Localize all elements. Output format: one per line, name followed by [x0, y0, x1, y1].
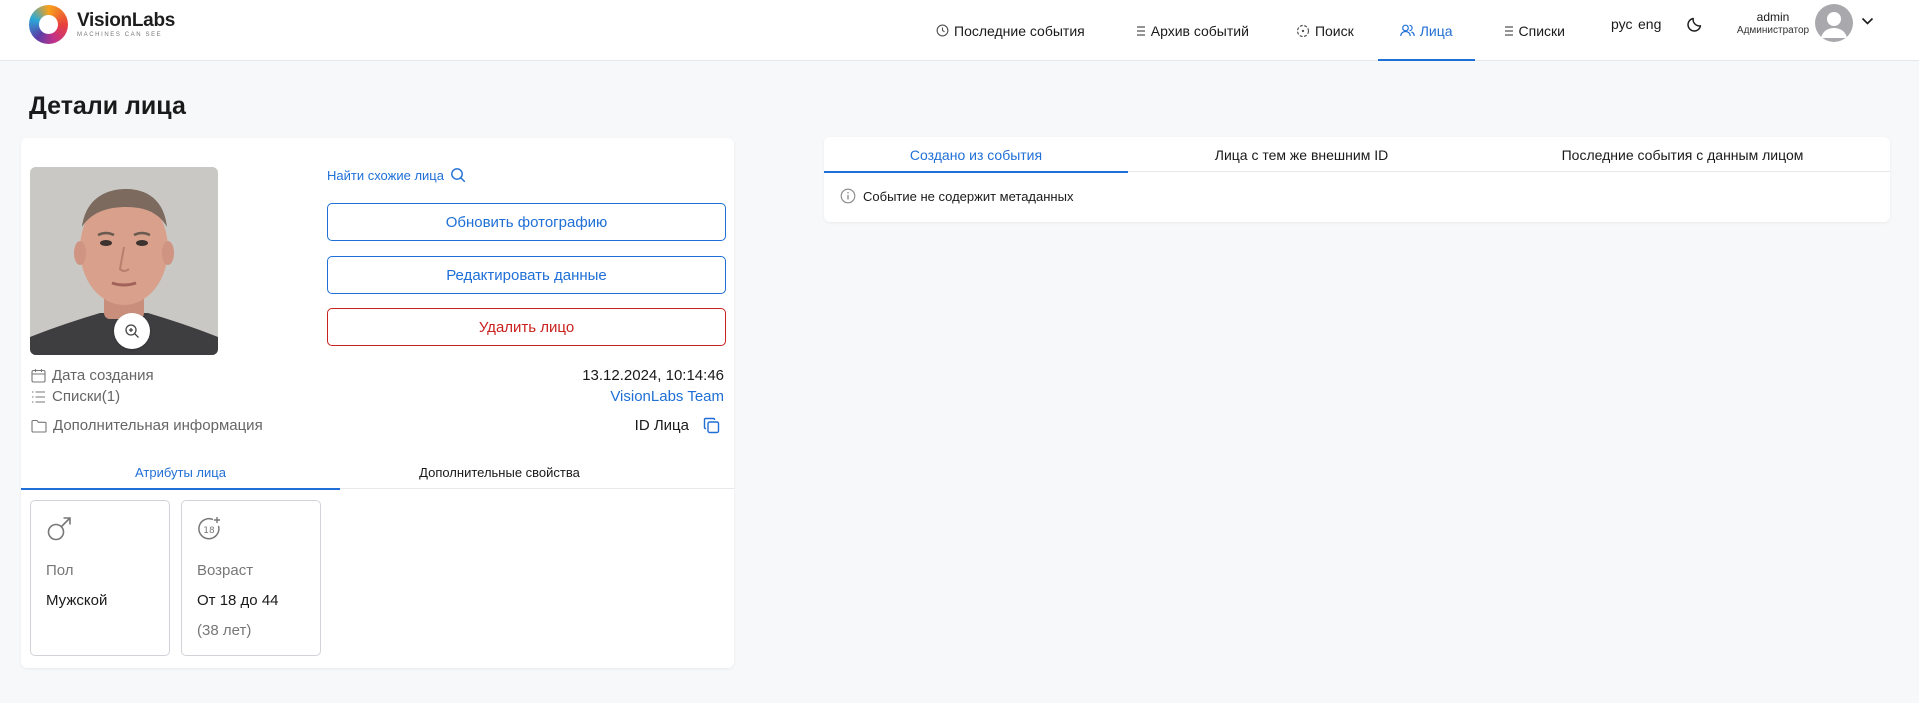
age-range-value: От 18 до 44: [197, 592, 279, 609]
nav-label: Архив событий: [1150, 22, 1249, 39]
calendar-icon: [31, 369, 46, 383]
svg-text:18: 18: [203, 526, 215, 536]
face-id-label: ID Лица: [634, 417, 689, 434]
lang-en-button[interactable]: eng: [1638, 16, 1661, 32]
gender-label: Пол: [46, 562, 74, 579]
created-date-label: Дата создания: [31, 367, 154, 384]
brand-name: VisionLabs: [77, 10, 176, 31]
brand-tagline: MACHINES CAN SEE: [77, 32, 163, 38]
user-role: Администратор: [1736, 25, 1810, 36]
age-attribute-card: 18 Возраст От 18 до 44 (38 лет): [181, 500, 321, 656]
page-title: Детали лица: [29, 92, 186, 120]
nav-label: Лица: [1419, 22, 1453, 39]
copy-icon[interactable]: [703, 417, 720, 434]
folder-icon: [31, 419, 47, 433]
zoom-photo-button[interactable]: [114, 313, 150, 349]
target-icon: [1296, 24, 1310, 37]
find-similar-label: Найти схожие лица: [327, 167, 444, 183]
nav-item-search[interactable]: Поиск: [1296, 0, 1354, 61]
find-similar-faces-link[interactable]: Найти схожие лица: [327, 167, 466, 183]
clock-icon: [936, 24, 949, 37]
edit-data-button[interactable]: Редактировать данные: [327, 256, 726, 294]
face-details-card: Найти схожие лица Обновить фотографию Ре…: [21, 138, 734, 668]
list-icon: [1136, 25, 1145, 36]
lists-label: Списки(1): [31, 388, 120, 405]
face-photo: [30, 167, 218, 355]
info-icon: [840, 188, 856, 204]
nav-item-lists[interactable]: Списки: [1504, 0, 1565, 61]
nav-label: Последние события: [954, 22, 1085, 39]
nav-label: Списки: [1518, 22, 1566, 39]
delete-face-button[interactable]: Удалить лицо: [327, 308, 726, 346]
nav-item-recent-events[interactable]: Последние события: [936, 0, 1085, 61]
list-icon: [32, 390, 45, 403]
created-date-value: 13.12.2024, 10:14:46: [582, 367, 724, 384]
brand-logo[interactable]: VisionLabs MACHINES CAN SEE: [29, 5, 175, 44]
tab-created-from-event[interactable]: Создано из события: [824, 137, 1128, 173]
extra-info-label: Дополнительная информация: [31, 417, 263, 434]
nav-item-faces[interactable]: Лица: [1377, 0, 1475, 61]
main-nav: Последние события Архив событий Поиск Ли…: [936, 0, 1565, 61]
tab-same-external-id[interactable]: Лица с тем же внешним ID: [1128, 137, 1475, 172]
users-icon: [1399, 24, 1415, 37]
male-gender-icon: [47, 517, 71, 541]
related-tabs: Создано из события Лица с тем же внешним…: [824, 137, 1890, 173]
nav-label: Поиск: [1314, 22, 1354, 39]
gender-attribute-card: Пол Мужской: [30, 500, 170, 656]
related-info-card: Создано из события Лица с тем же внешним…: [824, 137, 1890, 222]
nav-item-events-archive[interactable]: Архив событий: [1136, 0, 1249, 61]
face-id-row: ID Лица: [635, 417, 720, 434]
list-icon: [1504, 25, 1513, 36]
logo-ring-icon: [29, 5, 68, 44]
lang-ru-button[interactable]: рус: [1611, 16, 1632, 32]
dark-mode-moon-icon[interactable]: [1687, 14, 1705, 32]
top-header: VisionLabs MACHINES CAN SEE Последние со…: [0, 0, 1919, 61]
age-18-plus-icon: 18: [198, 517, 220, 540]
avatar[interactable]: [1815, 4, 1853, 42]
update-photo-button[interactable]: Обновить фотографию: [327, 203, 726, 241]
user-avatar-icon: [1821, 12, 1847, 38]
tab-recent-events-with-face[interactable]: Последние события с данным лицом: [1475, 137, 1890, 172]
age-exact-value: (38 лет): [197, 622, 252, 639]
search-icon: [451, 168, 466, 183]
tab-face-attributes[interactable]: Атрибуты лица: [21, 456, 340, 490]
list-link-visionlabs-team[interactable]: VisionLabs Team: [610, 388, 724, 405]
tab-extra-properties[interactable]: Дополнительные свойства: [340, 456, 659, 489]
no-metadata-notice: Событие не содержит метаданных: [840, 188, 1073, 204]
chevron-down-icon[interactable]: [1861, 17, 1874, 26]
face-subtabs: Атрибуты лица Дополнительные свойства: [21, 456, 734, 490]
user-info: admin Администратор: [1727, 10, 1819, 37]
user-name: admin: [1756, 10, 1790, 24]
gender-value: Мужской: [46, 592, 108, 609]
age-label: Возраст: [197, 562, 254, 579]
zoom-in-icon: [125, 324, 139, 338]
